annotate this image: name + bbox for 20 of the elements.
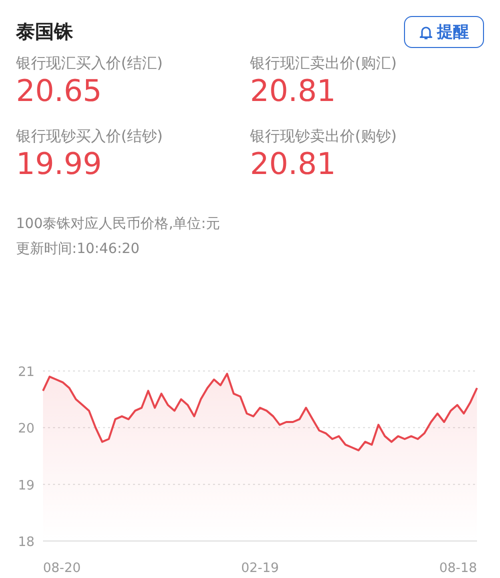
y-axis-label: 21: [18, 365, 35, 380]
price-value: 20.81: [250, 148, 337, 182]
x-axis-label: 02-19: [241, 561, 279, 576]
price-value: 20.65: [16, 74, 103, 109]
x-axis-label: 08-18: [439, 561, 477, 576]
price-label: 银行现汇买入价(结汇): [16, 53, 164, 74]
alert-button[interactable]: 提醒: [404, 16, 484, 48]
price-label: 银行现钞卖出价(购钞): [250, 126, 398, 147]
x-axis-label: 08-20: [43, 561, 81, 576]
bell-icon: [419, 24, 433, 40]
y-axis-label: 20: [18, 422, 35, 437]
price-value: 19.99: [16, 148, 103, 182]
y-axis-label: 18: [18, 535, 35, 550]
unit-note: 100泰铢对应人民币价格,单位:元: [16, 215, 221, 234]
update-time: 更新时间:10:46:20: [16, 240, 141, 259]
currency-title: 泰国铢: [16, 20, 73, 45]
price-label: 银行现钞买入价(结钞): [16, 126, 164, 147]
y-axis-label: 19: [18, 478, 35, 494]
price-label: 银行现汇卖出价(购汇): [250, 53, 398, 74]
price-value: 20.81: [250, 74, 337, 109]
